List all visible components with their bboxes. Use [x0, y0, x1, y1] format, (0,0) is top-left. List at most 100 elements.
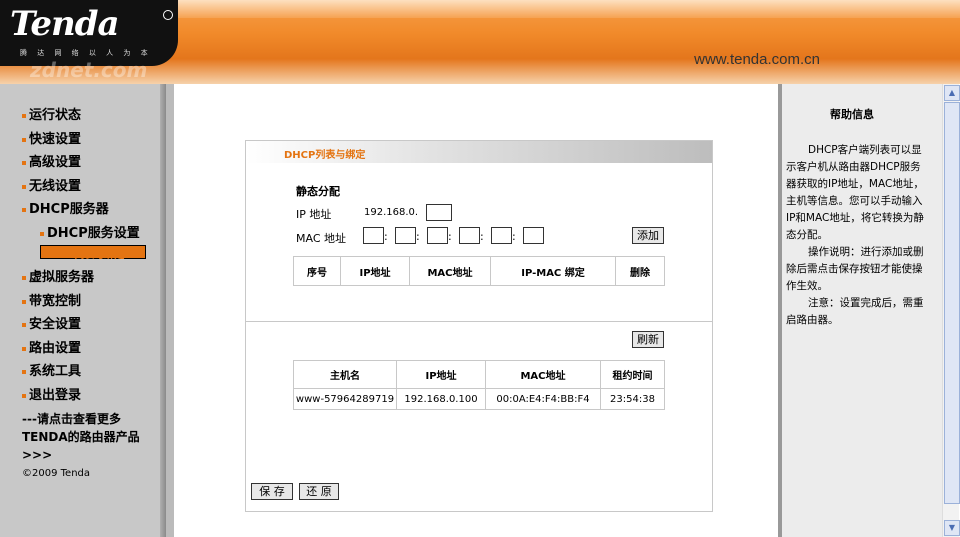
site-url: www.tenda.com.cn	[694, 51, 820, 68]
col-header: IP-MAC 绑定	[490, 256, 616, 286]
nav-label: 路由设置	[29, 341, 82, 356]
bullet-icon	[22, 393, 26, 398]
help-paragraph: 操作说明：进行添加或删除后需点击保存按钮才能使操作生效。	[786, 246, 924, 292]
bullet-icon	[22, 346, 26, 351]
nav-label: 高级设置	[29, 155, 82, 170]
nav-label: 系统工具	[29, 364, 82, 379]
scroll-up-icon[interactable]: ▲	[944, 85, 960, 101]
bullet-icon	[22, 275, 26, 280]
col-header: 序号	[293, 256, 341, 286]
binding-table: 序号 IP地址 MAC地址 IP-MAC 绑定 删除	[293, 256, 665, 286]
table-row: www-57964289719 192.168.0.100 00:0A:E4:F…	[293, 388, 665, 410]
static-heading: 静态分配	[296, 185, 340, 198]
cell-mac: 00:0A:E4:F4:BB:F4	[485, 388, 601, 410]
ip-label: IP 地址	[296, 208, 332, 221]
mac-input-4[interactable]	[459, 227, 480, 244]
nav-label: DHCP列表与绑定	[43, 250, 125, 261]
nav-label: 快速设置	[29, 132, 82, 147]
bullet-icon	[22, 137, 26, 142]
refresh-button[interactable]: 刷新	[632, 331, 664, 348]
main-content: DHCP列表与绑定 静态分配 IP 地址 192.168.0. MAC 地址 :…	[174, 84, 778, 537]
col-header: 租约时间	[600, 360, 665, 389]
nav-status[interactable]: 运行状态	[22, 104, 81, 123]
restore-button[interactable]: 还 原	[299, 483, 339, 500]
dhcp-list-panel: DHCP列表与绑定 静态分配 IP 地址 192.168.0. MAC 地址 :…	[245, 140, 713, 512]
col-header: 删除	[615, 256, 665, 286]
registered-icon	[163, 10, 173, 20]
header-banner: Tenda 腾 达 网 络 以 人 为 本 zdnet.com www.tend…	[0, 0, 960, 84]
bullet-icon	[22, 322, 26, 327]
nav-system-tools[interactable]: 系统工具	[22, 360, 81, 379]
binding-header-row: 序号 IP地址 MAC地址 IP-MAC 绑定 删除	[293, 256, 665, 286]
sidebar: 运行状态 快速设置 高级设置 无线设置 DHCP服务器 DHCP服务设置 DHC…	[0, 84, 166, 537]
cell-ip: 192.168.0.100	[396, 388, 486, 410]
bullet-icon	[22, 160, 26, 165]
nav-routing[interactable]: 路由设置	[22, 337, 81, 356]
ip-prefix: 192.168.0.	[364, 207, 419, 218]
frame-divider	[166, 84, 174, 537]
nav-label: 虚拟服务器	[29, 270, 95, 285]
help-title: 帮助信息	[830, 108, 874, 121]
more-line: ---请点击查看更多	[22, 412, 121, 426]
mac-input-2[interactable]	[395, 227, 416, 244]
help-paragraph: 注意：设置完成后，需重启路由器。	[786, 297, 924, 326]
nav-bandwidth[interactable]: 带宽控制	[22, 290, 81, 309]
nav-virtual-server[interactable]: 虚拟服务器	[22, 266, 94, 285]
col-header: 主机名	[293, 360, 397, 389]
col-header: MAC地址	[409, 256, 491, 286]
nav-label: 退出登录	[29, 388, 82, 403]
mac-separator: :	[384, 230, 388, 243]
panel-title-bar: DHCP列表与绑定	[246, 141, 712, 163]
mac-separator: :	[448, 230, 452, 243]
scroll-down-icon[interactable]: ▼	[944, 520, 960, 536]
help-body: DHCP客户端列表可以显示客户机从路由器DHCP服务器获取的IP地址，MAC地址…	[786, 142, 926, 329]
nav-dhcp-server[interactable]: DHCP服务器	[22, 198, 109, 217]
bullet-icon	[22, 113, 26, 118]
col-header: IP地址	[396, 360, 486, 389]
nav-label: 无线设置	[29, 179, 82, 194]
nav-label: DHCP服务器	[29, 202, 109, 217]
bullet-icon	[22, 369, 26, 374]
mac-separator: :	[512, 230, 516, 243]
nav-advanced[interactable]: 高级设置	[22, 151, 81, 170]
more-line: TENDA的路由器产品	[22, 430, 140, 444]
nav-quick-setup[interactable]: 快速设置	[22, 128, 81, 147]
panel-title: DHCP列表与绑定	[284, 150, 366, 161]
nav-wireless[interactable]: 无线设置	[22, 175, 81, 194]
nav-dhcp-list-binding[interactable]: DHCP列表与绑定	[40, 245, 146, 261]
bullet-icon	[40, 231, 44, 236]
nav-dhcp-settings[interactable]: DHCP服务设置	[40, 222, 140, 241]
nav-label: 运行状态	[29, 108, 82, 123]
mac-input-6[interactable]	[523, 227, 544, 244]
nav-label: 安全设置	[29, 317, 82, 332]
mac-label: MAC 地址	[296, 232, 346, 245]
bullet-icon	[22, 299, 26, 304]
help-scrollbar[interactable]: ▲ ▼	[942, 84, 960, 537]
scroll-thumb[interactable]	[944, 102, 960, 504]
nav-security[interactable]: 安全设置	[22, 313, 81, 332]
save-button[interactable]: 保 存	[251, 483, 293, 500]
mac-input-1[interactable]	[363, 227, 384, 244]
bullet-icon	[22, 207, 26, 212]
cell-hostname: www-57964289719	[293, 388, 397, 410]
add-button[interactable]: 添加	[632, 227, 664, 244]
nav-label: DHCP服务设置	[47, 226, 140, 241]
watermark: zdnet.com	[30, 58, 148, 82]
more-products-link[interactable]: ---请点击查看更多 TENDA的路由器产品 >>>	[22, 410, 140, 464]
client-table: 主机名 IP地址 MAC地址 租约时间 www-57964289719 192.…	[293, 360, 665, 410]
col-header: IP地址	[340, 256, 410, 286]
copyright: ©2009 Tenda	[22, 468, 91, 479]
logo-slogan: 腾 达 网 络 以 人 为 本	[20, 49, 152, 57]
mac-input-3[interactable]	[427, 227, 448, 244]
cell-lease: 23:54:38	[600, 388, 665, 410]
nav-label: 带宽控制	[29, 294, 82, 309]
help-paragraph: DHCP客户端列表可以显示客户机从路由器DHCP服务器获取的IP地址，MAC地址…	[786, 144, 924, 241]
tenda-logo: Tenda 腾 达 网 络 以 人 为 本	[0, 0, 178, 66]
nav-logout[interactable]: 退出登录	[22, 384, 81, 403]
mac-separator: :	[480, 230, 484, 243]
mac-input-5[interactable]	[491, 227, 512, 244]
help-panel: 帮助信息 DHCP客户端列表可以显示客户机从路由器DHCP服务器获取的IP地址，…	[782, 84, 942, 537]
client-header-row: 主机名 IP地址 MAC地址 租约时间	[293, 360, 665, 389]
ip-last-octet-input[interactable]	[426, 204, 452, 221]
mac-separator: :	[416, 230, 420, 243]
